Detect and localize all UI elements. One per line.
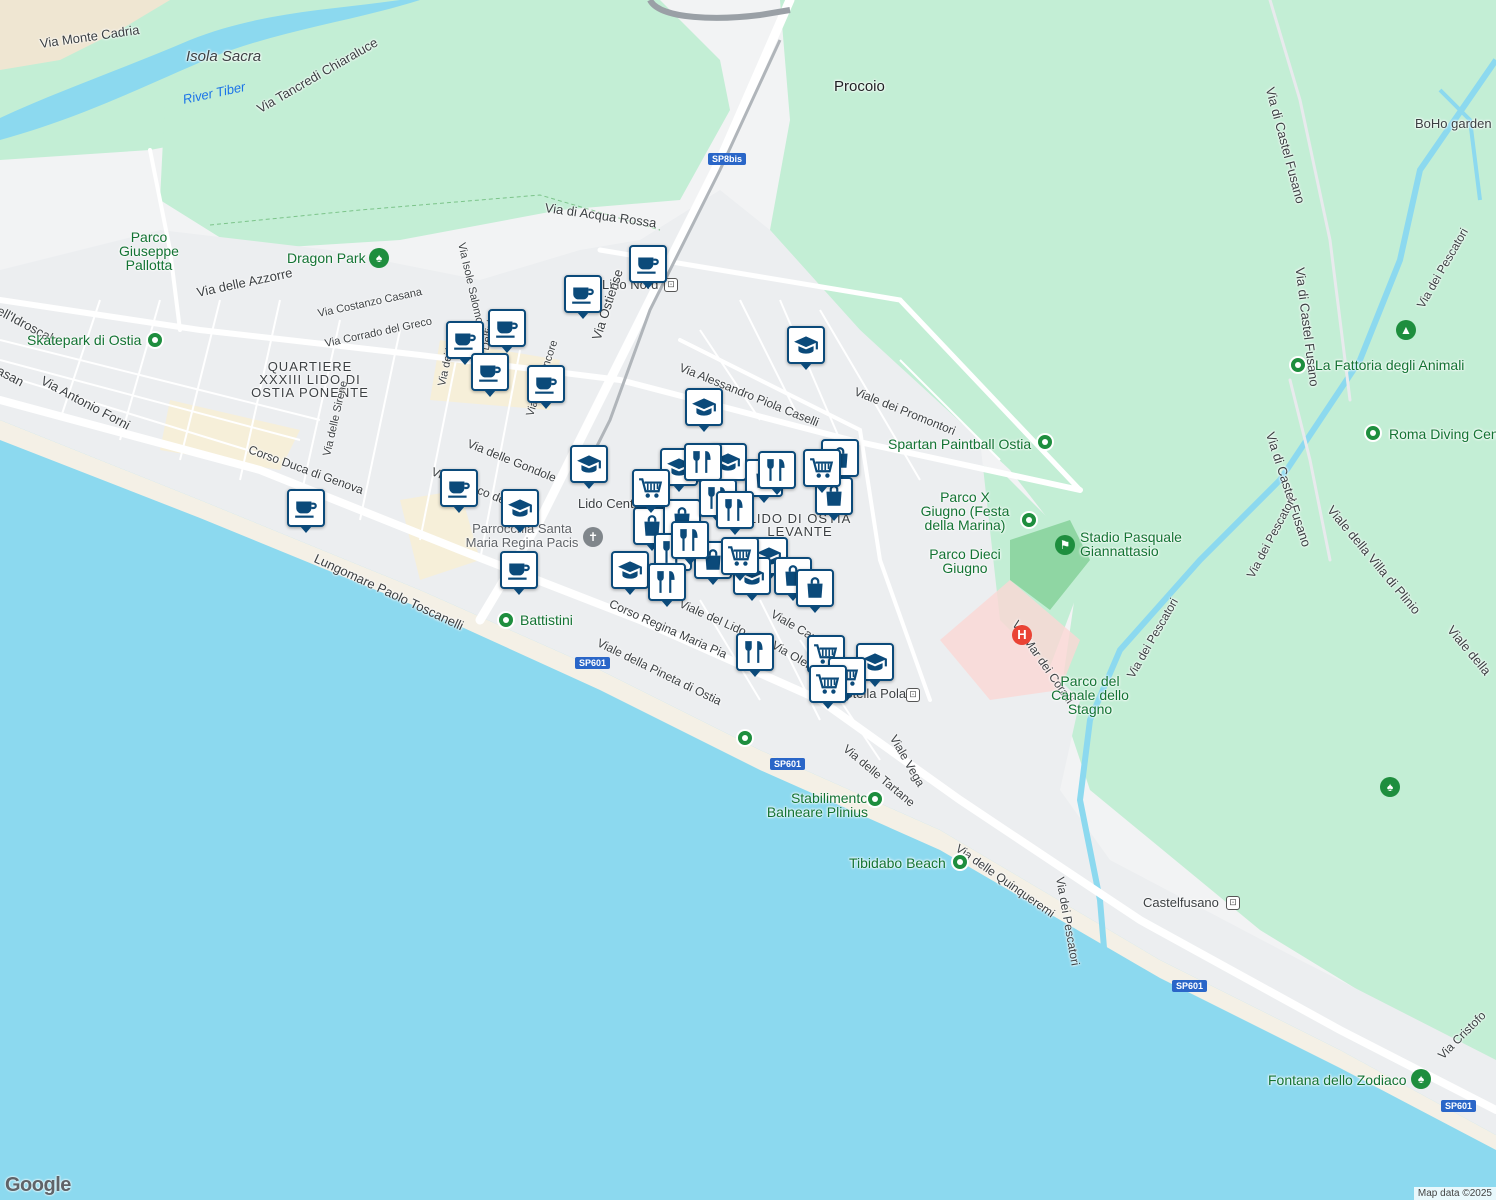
- park-tree-icon[interactable]: ♠: [369, 248, 389, 268]
- place-label: Stabilimento Balneare Plinius: [766, 790, 868, 820]
- restaurant-icon: [654, 569, 680, 595]
- cafe-poi-pin[interactable]: [471, 353, 509, 397]
- school-poi-pin[interactable]: [611, 551, 649, 595]
- cafe-poi-pin[interactable]: [500, 551, 538, 595]
- restaurant-icon: [742, 639, 768, 665]
- place-label: La Fattoria degli Animali: [1315, 357, 1465, 373]
- park-label: Parco X Giugno (Festa della Marina): [920, 489, 1010, 533]
- paintball-marker[interactable]: [1036, 433, 1054, 451]
- school-poi-pin[interactable]: [501, 489, 539, 533]
- shopping-bag-icon: [802, 575, 828, 601]
- route-shield: SP601: [770, 758, 806, 770]
- restaurant-poi-pin[interactable]: [671, 521, 709, 565]
- battistini-marker[interactable]: [497, 611, 515, 629]
- cart-poi-pin[interactable]: [803, 449, 841, 493]
- school-poi-pin[interactable]: [685, 388, 723, 432]
- school-icon: [691, 394, 717, 420]
- cart-poi-pin[interactable]: [809, 665, 847, 709]
- google-logo: Google: [5, 1174, 71, 1196]
- cafe-poi-pin[interactable]: [629, 245, 667, 289]
- stabilimento-marker[interactable]: [866, 790, 884, 808]
- restaurant-icon: [690, 449, 716, 475]
- grocery-cart-icon: [809, 455, 835, 481]
- restaurant-poi-pin[interactable]: [716, 491, 754, 535]
- tibidabo-marker[interactable]: [951, 853, 969, 871]
- restaurant-poi-pin[interactable]: [648, 563, 686, 607]
- cafe-icon: [533, 371, 559, 397]
- route-shield: SP601: [575, 657, 611, 669]
- church-icon[interactable]: ✝: [583, 527, 603, 547]
- district-label: QUARTIERE XXXIII LIDO DI OSTIA PONENTE: [251, 359, 369, 400]
- cafe-icon: [293, 495, 319, 521]
- cart-poi-pin[interactable]: [632, 469, 670, 513]
- grocery-cart-icon: [638, 475, 664, 501]
- restaurant-poi-pin[interactable]: [758, 451, 796, 495]
- area-label: Isola Sacra: [186, 48, 262, 65]
- route-shield: SP8bis: [708, 153, 747, 165]
- school-icon: [576, 451, 602, 477]
- area-label: Procoio: [834, 78, 885, 95]
- school-icon: [617, 557, 643, 583]
- school-icon: [507, 495, 533, 521]
- restaurant-icon: [764, 457, 790, 483]
- stadium-icon[interactable]: ⚑: [1055, 535, 1075, 555]
- place-label: Tibidabo Beach: [849, 855, 946, 871]
- campground-icon[interactable]: ▲: [1396, 320, 1416, 340]
- cafe-icon: [477, 359, 503, 385]
- place-label: BoHo garden: [1415, 116, 1492, 131]
- cafe-poi-pin[interactable]: [488, 309, 526, 353]
- cafe-icon: [446, 475, 472, 501]
- shopping-poi-pin[interactable]: [796, 569, 834, 613]
- cafe-poi-pin[interactable]: [527, 365, 565, 409]
- route-shield: SP601: [1172, 980, 1208, 992]
- park-label: Parco Giuseppe Pallotta: [119, 229, 179, 273]
- restaurant-icon: [677, 527, 703, 553]
- map-attribution[interactable]: Map data ©2025: [1413, 1187, 1496, 1200]
- cafe-poi-pin[interactable]: [440, 469, 478, 513]
- beach-marker[interactable]: [736, 729, 754, 747]
- tree-icon[interactable]: ♠: [1380, 777, 1400, 797]
- park-label: Parco del Canale dello Stagno: [1051, 673, 1129, 717]
- hospital-icon[interactable]: H: [1012, 625, 1032, 645]
- restaurant-poi-pin[interactable]: [684, 443, 722, 487]
- cafe-icon: [635, 251, 661, 277]
- station-label: Castelfusano: [1143, 895, 1219, 910]
- place-label: Spartan Paintball Ostia: [888, 436, 1032, 452]
- grocery-cart-icon: [815, 671, 841, 697]
- train-station-icon[interactable]: ⊡: [1226, 896, 1240, 910]
- place-label: Skatepark di Ostia: [27, 332, 142, 348]
- grocery-cart-icon: [727, 543, 753, 569]
- skatepark-marker[interactable]: [146, 331, 164, 349]
- restaurant-poi-pin[interactable]: [736, 633, 774, 677]
- train-station-icon[interactable]: ⊡: [906, 688, 920, 702]
- school-icon: [793, 332, 819, 358]
- diving-marker[interactable]: [1364, 424, 1382, 442]
- farm-marker[interactable]: [1289, 356, 1307, 374]
- cafe-icon: [452, 327, 478, 353]
- park-label: Dragon Park: [287, 250, 366, 266]
- fountain-icon[interactable]: ♠: [1411, 1069, 1431, 1089]
- restaurant-icon: [722, 497, 748, 523]
- cafe-icon: [494, 315, 520, 341]
- place-label: Fontana dello Zodiaco: [1268, 1072, 1407, 1088]
- cafe-poi-pin[interactable]: [287, 489, 325, 533]
- route-shield: SP601: [1441, 1100, 1477, 1112]
- school-poi-pin[interactable]: [570, 445, 608, 489]
- park-label: Parco Dieci Giugno: [929, 546, 1001, 576]
- cafe-icon: [570, 281, 596, 307]
- place-label: Stadio Pasquale Giannattasio: [1080, 529, 1182, 559]
- park-marker[interactable]: [1020, 511, 1038, 529]
- cafe-icon: [506, 557, 532, 583]
- school-poi-pin[interactable]: [787, 326, 825, 370]
- cart-poi-pin[interactable]: [721, 537, 759, 581]
- place-label: Roma Diving Cent: [1389, 426, 1496, 442]
- cafe-poi-pin[interactable]: [564, 275, 602, 319]
- place-label: Battistini: [520, 612, 573, 628]
